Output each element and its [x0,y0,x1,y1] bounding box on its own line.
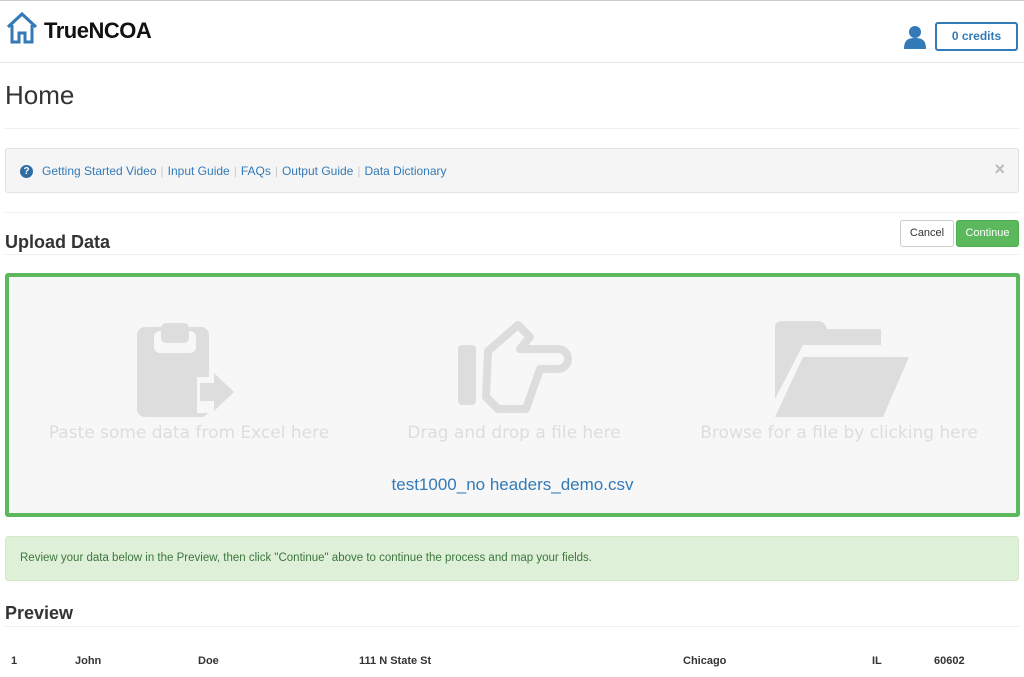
divider [5,128,1019,129]
link-input-guide[interactable]: Input Guide [168,164,230,178]
link-data-dictionary[interactable]: Data Dictionary [364,164,446,178]
divider [5,254,1019,255]
continue-button[interactable]: Continue [956,220,1019,247]
cell-address: 111 N State St [359,655,432,667]
link-separator: | [233,164,237,178]
cancel-button[interactable]: Cancel [900,220,954,247]
divider [5,626,1019,627]
house-icon [6,11,38,44]
browse-file-option[interactable]: Browse for a file by clicking here [674,317,1004,443]
table-row: 1 John Doe 111 N State St Chicago IL 606… [0,655,1024,671]
close-icon[interactable]: × [994,159,1005,180]
help-links: ? Getting Started Video | Input Guide | … [20,164,447,178]
info-alert: Review your data below in the Preview, t… [5,536,1019,581]
clipboard-paste-icon [137,323,234,417]
link-output-guide[interactable]: Output Guide [282,164,353,178]
pointing-hand-icon [458,321,572,413]
link-separator: | [160,164,164,178]
drag-drop-option[interactable]: Drag and drop a file here [349,317,679,443]
drag-drop-label: Drag and drop a file here [407,423,621,443]
brand-name: TrueNCOA [44,18,152,43]
upload-data-title: Upload Data [5,232,111,252]
preview-title: Preview [5,603,74,623]
paste-data-label: Paste some data from Excel here [48,423,330,443]
navbar: TrueNCOA 0 credits [0,1,1024,63]
folder-open-icon [775,321,909,417]
link-separator: | [274,164,278,178]
brand-logo[interactable]: TrueNCOA [5,11,152,45]
divider [5,212,1019,213]
link-getting-started-video[interactable]: Getting Started Video [42,164,157,178]
cell-last-name: Doe [198,655,219,667]
user-icon[interactable] [904,25,926,49]
question-circle-icon: ? [20,164,33,178]
cell-first-name: John [75,655,102,667]
paste-data-option[interactable]: Paste some data from Excel here [24,317,354,443]
page-title: Home [5,80,75,110]
link-separator: | [357,164,361,178]
cell-row-number: 1 [11,655,18,667]
browse-file-label: Browse for a file by clicking here [700,423,978,443]
credits-button[interactable]: 0 credits [935,22,1018,51]
cell-state: IL [872,655,882,667]
link-faqs[interactable]: FAQs [241,164,271,178]
cell-zip: 60602 [934,655,965,667]
cell-city: Chicago [683,655,727,667]
upload-dropzone[interactable]: Paste some data from Excel here Drag and… [5,273,1020,517]
help-panel: ? Getting Started Video | Input Guide | … [5,148,1019,193]
selected-filename: test1000_no headers_demo.csv [391,475,634,494]
